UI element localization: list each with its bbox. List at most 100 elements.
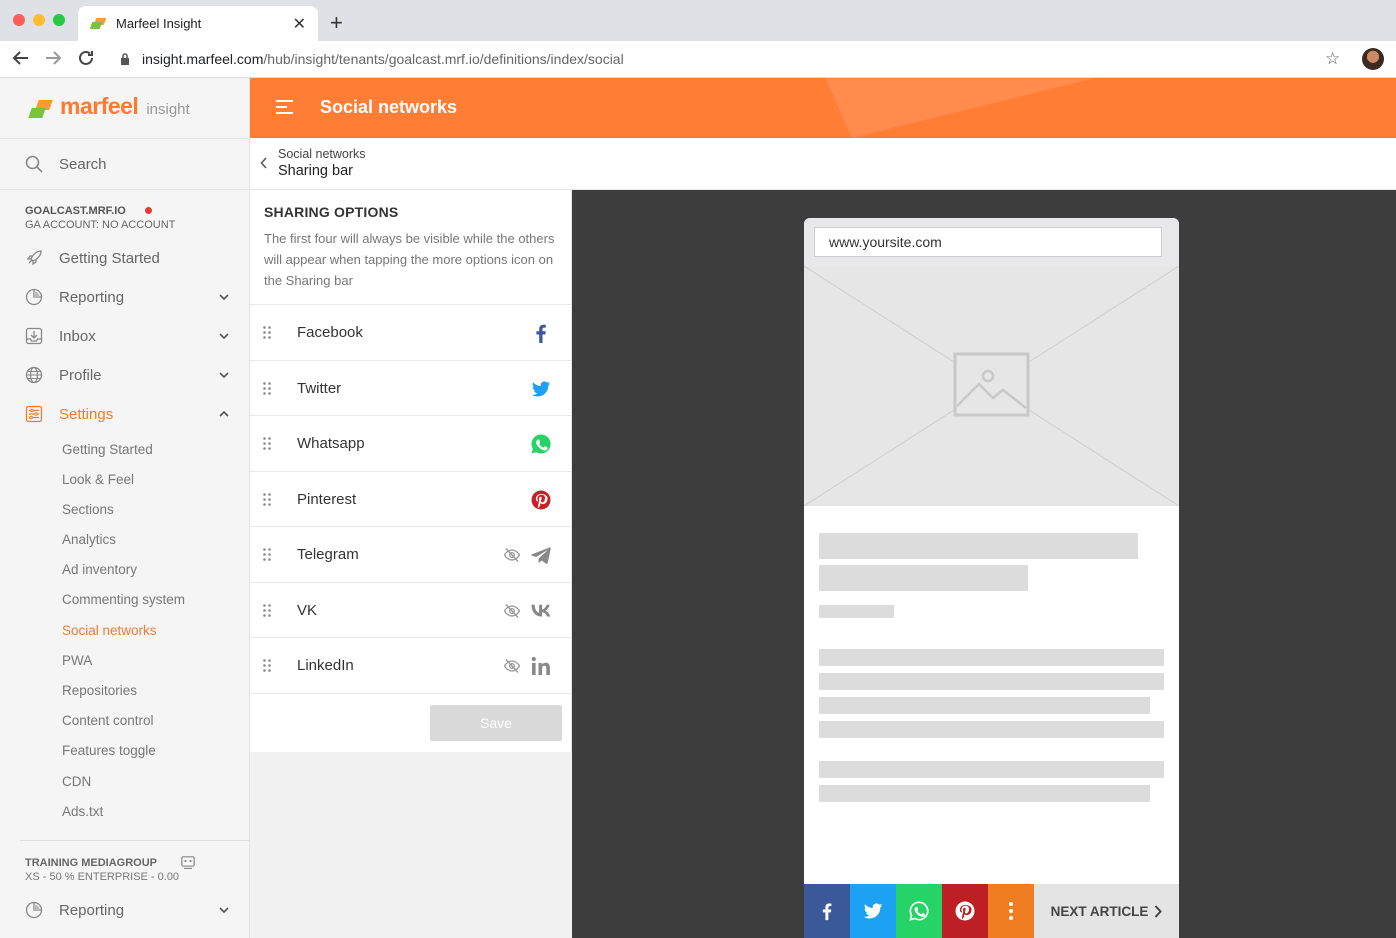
maximize-window-button[interactable] (53, 14, 65, 26)
skeleton-text-line (819, 673, 1164, 690)
drag-handle-icon[interactable] (263, 659, 271, 672)
sidebar-item-profile[interactable]: Profile (0, 358, 249, 392)
share-facebook-button[interactable] (804, 884, 850, 938)
whatsapp-icon (531, 433, 551, 453)
facebook-icon (822, 903, 832, 921)
settings-item-commenting-system[interactable]: Commenting system (62, 592, 185, 607)
network-row-facebook[interactable]: Facebook (250, 304, 572, 360)
sidebar: marfeel insight Search GOALCAST.MRF.IO G… (0, 78, 250, 938)
sidebar-item-inbox[interactable]: Inbox (0, 319, 249, 353)
settings-item-ads-txt[interactable]: Ads.txt (62, 804, 103, 819)
network-row-telegram[interactable]: Telegram (250, 526, 572, 582)
globe-icon (25, 366, 43, 384)
network-row-pinterest[interactable]: Pinterest (250, 471, 572, 527)
settings-item-pwa[interactable]: PWA (62, 653, 92, 668)
breadcrumb: Social networks Sharing bar (250, 138, 1396, 190)
twitter-icon (531, 380, 551, 397)
skeleton-meta-line (819, 605, 894, 618)
sidebar-item-reporting[interactable]: Reporting (0, 280, 249, 314)
breadcrumb-parent[interactable]: Social networks (278, 147, 366, 161)
drag-handle-icon[interactable] (263, 326, 271, 339)
hamburger-menu-icon[interactable] (276, 100, 293, 114)
twitter-icon (863, 903, 883, 919)
tenant-ga-account: GA ACCOUNT: NO ACCOUNT (25, 219, 176, 231)
settings-item-social-networks[interactable]: Social networks (62, 623, 157, 638)
preview-url: www.yoursite.com (814, 227, 1162, 257)
close-tab-icon[interactable]: ✕ (293, 14, 306, 34)
network-row-whatsapp[interactable]: Whatsapp (250, 415, 572, 471)
settings-item-repositories[interactable]: Repositories (62, 683, 137, 698)
network-label: Facebook (297, 324, 363, 341)
eye-slash-icon[interactable] (503, 546, 521, 564)
skeleton-text-line (819, 697, 1150, 714)
browser-tab[interactable]: Marfeel Insight ✕ (78, 6, 318, 41)
network-label: LinkedIn (297, 657, 354, 674)
tenant-status-dot (145, 207, 152, 214)
vk-icon (531, 604, 551, 616)
chevron-up-icon[interactable] (219, 409, 229, 419)
eye-slash-icon[interactable] (503, 657, 521, 675)
search-label: Search (59, 155, 107, 173)
skeleton-text-line (819, 721, 1164, 738)
settings-item-getting-started[interactable]: Getting Started (62, 442, 153, 457)
drag-handle-icon[interactable] (263, 604, 271, 617)
marfeel-logo-icon (28, 100, 54, 120)
minimize-window-button[interactable] (33, 14, 45, 26)
marfeel-insight-logo[interactable]: marfeel insight (28, 93, 190, 120)
settings-item-content-control[interactable]: Content control (62, 713, 154, 728)
settings-item-look-and-feel[interactable]: Look & Feel (62, 472, 134, 487)
chevron-down-icon[interactable] (219, 370, 229, 380)
skeleton-text-line (819, 649, 1164, 666)
new-tab-icon[interactable]: + (330, 10, 343, 36)
share-twitter-button[interactable] (850, 884, 896, 938)
organization-icon[interactable] (181, 856, 195, 869)
next-article-button[interactable]: NEXT ARTICLE (1034, 884, 1179, 938)
settings-item-analytics[interactable]: Analytics (62, 532, 116, 547)
forward-icon[interactable] (44, 49, 62, 72)
preview-sharing-bar: NEXT ARTICLE (804, 884, 1179, 938)
pinterest-icon (531, 490, 551, 509)
sidebar-item-org-reporting[interactable]: Reporting (0, 893, 249, 927)
facebook-icon (536, 324, 546, 343)
network-row-vk[interactable]: VK (250, 582, 572, 638)
chevron-down-icon[interactable] (219, 905, 229, 915)
chevron-down-icon[interactable] (219, 331, 229, 341)
pinterest-icon (955, 901, 975, 921)
address-bar[interactable]: insight.marfeel.com/hub/insight/tenants/… (142, 51, 624, 67)
drag-handle-icon[interactable] (263, 382, 271, 395)
settings-item-features-toggle[interactable]: Features toggle (62, 743, 156, 758)
bookmark-star-icon[interactable]: ☆ (1325, 49, 1340, 69)
marfeel-favicon-icon (89, 17, 107, 30)
header-decoration (825, 78, 1095, 138)
settings-item-ad-inventory[interactable]: Ad inventory (62, 562, 137, 577)
chevron-left-icon[interactable] (260, 157, 268, 169)
share-whatsapp-button[interactable] (896, 884, 942, 938)
network-label: Twitter (297, 380, 342, 397)
chevron-down-icon[interactable] (219, 292, 229, 302)
reload-icon[interactable] (77, 49, 95, 72)
drag-handle-icon[interactable] (263, 493, 271, 506)
save-button[interactable]: Save (430, 705, 562, 741)
drag-handle-icon[interactable] (263, 437, 271, 450)
browser-profile-avatar[interactable] (1362, 48, 1384, 70)
app-header: Social networks (250, 78, 1396, 138)
network-row-twitter[interactable]: Twitter (250, 360, 572, 416)
share-more-options-button[interactable] (988, 884, 1034, 938)
sidebar-item-settings[interactable]: Settings (0, 397, 249, 431)
share-pinterest-button[interactable] (942, 884, 988, 938)
tab-title: Marfeel Insight (116, 16, 202, 31)
preview-area: www.yoursite.com NEXT ARTICLE (572, 190, 1396, 938)
drag-handle-icon[interactable] (263, 548, 271, 561)
sidebar-item-getting-started[interactable]: Getting Started (0, 241, 249, 275)
back-icon[interactable] (12, 49, 30, 72)
close-window-button[interactable] (13, 14, 25, 26)
settings-item-sections[interactable]: Sections (62, 502, 114, 517)
sidebar-search[interactable]: Search (0, 138, 249, 190)
settings-item-cdn[interactable]: CDN (62, 774, 91, 789)
network-label: Telegram (297, 546, 359, 563)
eye-slash-icon[interactable] (503, 602, 521, 620)
skeleton-title-line (819, 533, 1138, 559)
network-row-linkedin[interactable]: LinkedIn (250, 637, 572, 693)
browser-tabstrip: Marfeel Insight ✕ + (0, 0, 1396, 41)
preview-image-placeholder (804, 265, 1179, 507)
